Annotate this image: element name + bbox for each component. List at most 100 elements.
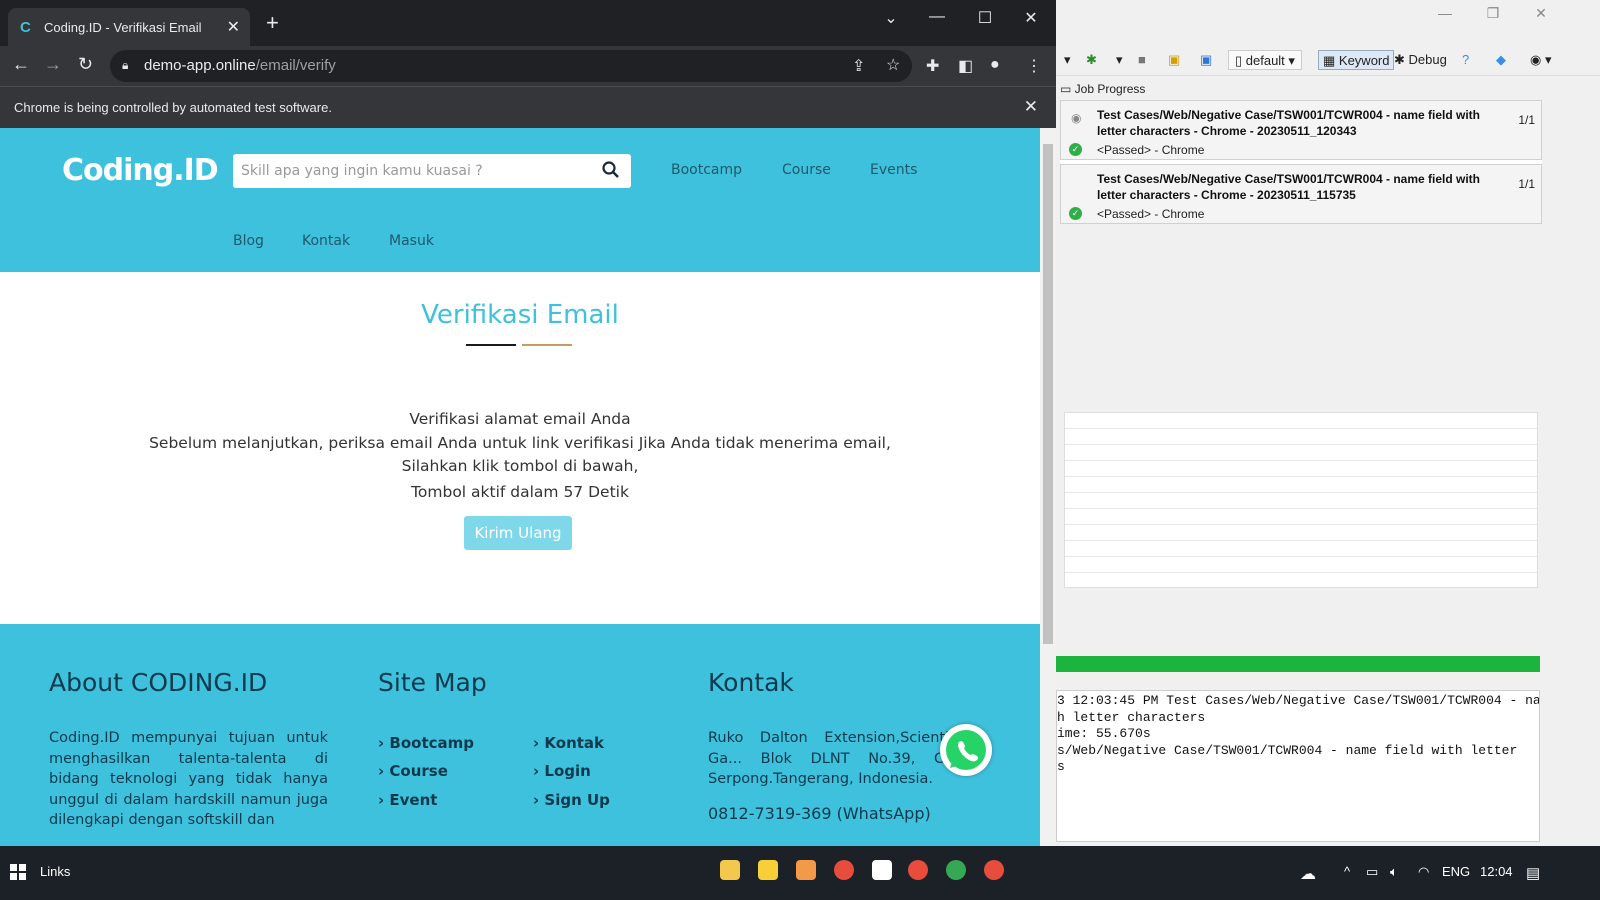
maximize-button[interactable]: ☐ — [962, 8, 1008, 28]
new-tab-button[interactable]: + — [266, 12, 279, 34]
help-icon[interactable]: ? — [1462, 50, 1469, 70]
tab-search-icon[interactable]: ⌄ — [868, 8, 914, 28]
job-item[interactable]: Test Cases/Web/Negative Case/TSW001/TCWR… — [1060, 164, 1542, 224]
nav-bootcamp[interactable]: Bootcamp — [671, 162, 742, 178]
bookmark-star-icon[interactable]: ☆ — [886, 55, 900, 75]
footer-link-signup[interactable]: › Sign Up — [533, 791, 610, 809]
minimize-button[interactable]: — — [914, 8, 960, 26]
site-footer: About CODING.ID Coding.ID mempunyai tuju… — [0, 624, 1040, 846]
verify-instruction-text: Silahkan klik tombol di bawah, — [401, 457, 639, 475]
page-scrollbar[interactable] — [1040, 128, 1056, 846]
ide-panel: — ❐ ✕ ▾ ✱ ▾ ■ ▣ ▣ ▯ default ▾ ▦ Keyword … — [1056, 0, 1600, 867]
browser-tab[interactable]: C Coding.ID - Verifikasi Email ✕ — [8, 8, 250, 46]
automation-infobar: Chrome is being controlled by automated … — [0, 86, 1056, 128]
console-line: s/Web/Negative Case/TSW001/TCWR004 - nam… — [1057, 742, 1518, 758]
footer-phone[interactable]: 0812-7319-369 (WhatsApp) — [708, 804, 931, 825]
lock-icon: 🔒︎ — [122, 58, 129, 72]
keyword-tab[interactable]: ▦ Keyword — [1318, 50, 1395, 70]
tab-close-icon[interactable]: ✕ — [227, 17, 240, 37]
footer-link-label: Login — [544, 762, 591, 780]
console-line: s — [1057, 759, 1065, 774]
web-page: Coding.ID Bootcamp Course Events Blog Ko… — [0, 128, 1040, 846]
windows-taskbar: Links ☁ ^ ▭ 🔈︎ ◠ ENG 12:04 ▤ — [0, 846, 1600, 900]
profile-icon[interactable]: ● — [990, 56, 1000, 74]
nav-masuk[interactable]: Masuk — [389, 233, 434, 249]
chrome-icon[interactable] — [984, 860, 1004, 880]
side-panel-icon[interactable]: ◧ — [958, 56, 973, 76]
web-icon[interactable]: ▣ — [1200, 50, 1212, 70]
footer-link-event[interactable]: › Event — [378, 791, 437, 809]
chrome-icon[interactable] — [834, 860, 854, 880]
dropdown-icon[interactable]: ▾ — [1116, 50, 1123, 70]
ide-toolbar: ▾ ✱ ▾ ■ ▣ ▣ ▯ default ▾ ▦ Keyword ✱ Debu… — [1056, 44, 1600, 76]
job-title: Test Cases/Web/Negative Case/TSW001/TCWR… — [1097, 172, 1481, 202]
ide-restore-button[interactable]: ❐ — [1470, 2, 1516, 24]
extensions-icon[interactable]: ✚ — [926, 56, 939, 76]
katalon-icon[interactable] — [872, 860, 892, 880]
ide-minimize-button[interactable]: — — [1422, 2, 1468, 24]
chrome-icon[interactable] — [908, 860, 928, 880]
close-window-button[interactable]: ✕ — [1008, 8, 1054, 28]
nav-blog[interactable]: Blog — [233, 233, 264, 249]
reload-icon[interactable]: ↻ — [78, 54, 93, 75]
ide-grid-area — [1064, 412, 1538, 588]
footer-link-course[interactable]: › Course — [378, 762, 448, 780]
search-icon[interactable] — [601, 160, 621, 180]
notification-icon[interactable]: ◆ — [1496, 50, 1506, 70]
nav-kontak[interactable]: Kontak — [302, 233, 350, 249]
profile-select[interactable]: ▯ default ▾ — [1228, 50, 1302, 70]
scrollbar-thumb[interactable] — [1043, 144, 1053, 644]
weather-icon[interactable]: ☁ — [1300, 864, 1316, 884]
resend-button[interactable]: Kirim Ulang — [464, 516, 572, 550]
url-path: /email/verify — [255, 57, 336, 74]
footer-link-label: Kontak — [544, 734, 605, 752]
menu-icon[interactable]: ⋮ — [1026, 56, 1042, 76]
dropdown-icon[interactable]: ▾ — [1064, 50, 1071, 70]
volume-icon[interactable]: 🔈︎ — [1390, 864, 1398, 880]
back-icon[interactable]: ← — [12, 54, 30, 75]
passed-check-icon: ✓ — [1069, 143, 1082, 156]
chrome-icon[interactable] — [946, 860, 966, 880]
console-log[interactable]: 3 12:03:45 PM Test Cases/Web/Negative Ca… — [1056, 690, 1540, 842]
footer-about-title: About CODING.ID — [49, 668, 268, 697]
footer-link-label: Bootcamp — [389, 734, 475, 752]
share-icon[interactable]: ⇪ — [852, 56, 865, 76]
test-progress-bar — [1056, 656, 1540, 672]
footer-link-label: Event — [389, 791, 438, 809]
clock[interactable]: 12:04 — [1480, 864, 1513, 879]
forward-icon[interactable]: → — [44, 54, 62, 75]
footer-link-login[interactable]: › Login — [533, 762, 591, 780]
job-progress-tab[interactable]: ▭ Job Progress — [1060, 82, 1145, 96]
account-icon[interactable]: ◉ ▾ — [1530, 50, 1551, 70]
sticky-notes-icon[interactable] — [758, 860, 778, 880]
file-explorer-icon[interactable] — [720, 860, 740, 880]
address-bar: ← → ↻ 🔒︎ demo-app.online/email/verify ⇪ … — [0, 46, 1056, 86]
stop-icon[interactable]: ■ — [1138, 50, 1146, 70]
tray-chevron-icon[interactable]: ^ — [1344, 864, 1350, 879]
omnibox[interactable]: 🔒︎ demo-app.online/email/verify ⇪ ☆ — [110, 50, 912, 82]
countdown-text: Tombol aktif dalam 57 Detik — [411, 483, 629, 501]
infobar-close-icon[interactable]: ✕ — [1024, 97, 1038, 117]
footer-link-kontak[interactable]: › Kontak — [533, 734, 604, 752]
footer-link-bootcamp[interactable]: › Bootcamp — [378, 734, 474, 752]
record-icon[interactable]: ✱ — [1086, 50, 1097, 70]
site-logo[interactable]: Coding.ID — [62, 153, 219, 188]
search-input[interactable] — [233, 154, 593, 188]
xampp-icon[interactable] — [796, 860, 816, 880]
footer-link-label: Course — [389, 762, 448, 780]
windows-start-icon[interactable] — [10, 864, 26, 885]
page-title: Verifikasi Email — [421, 300, 619, 330]
debug-tab[interactable]: ✱ Debug — [1394, 50, 1447, 70]
whatsapp-icon[interactable] — [940, 724, 992, 776]
links-toolbar[interactable]: Links — [40, 864, 70, 879]
notification-center-icon[interactable]: ▤ — [1526, 864, 1540, 882]
ide-close-button[interactable]: ✕ — [1518, 2, 1564, 24]
wifi-icon[interactable]: ◠ — [1418, 864, 1429, 880]
nav-course[interactable]: Course — [782, 162, 831, 178]
job-item[interactable]: ◉ Test Cases/Web/Negative Case/TSW001/TC… — [1060, 100, 1542, 160]
spy-icon[interactable]: ▣ — [1168, 50, 1180, 70]
nav-events[interactable]: Events — [870, 162, 917, 178]
title-underline — [466, 344, 516, 346]
battery-icon[interactable]: ▭ — [1366, 864, 1378, 880]
language-indicator[interactable]: ENG — [1442, 864, 1470, 879]
